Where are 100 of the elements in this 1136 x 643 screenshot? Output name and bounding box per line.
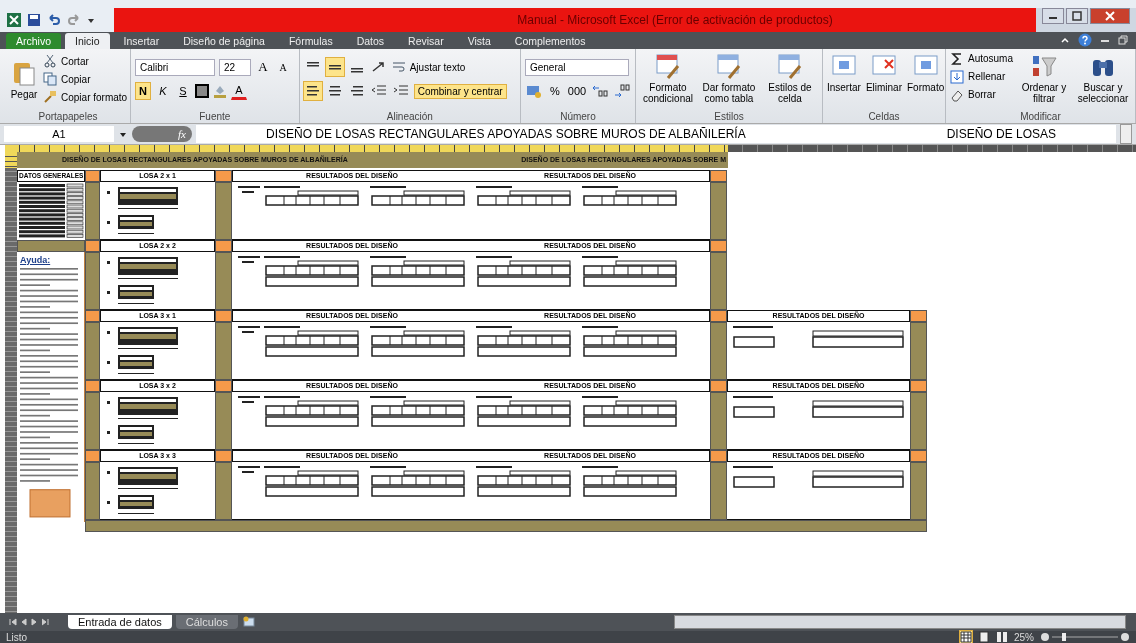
- font-color-button[interactable]: A: [231, 82, 247, 101]
- separator-band: [710, 251, 727, 310]
- separator-band: [215, 251, 232, 310]
- styles-button[interactable]: Formato condicional: [639, 81, 696, 104]
- corner-cell: [215, 169, 232, 182]
- styles-button[interactable]: Dar formato como tabla: [700, 81, 757, 104]
- ribbon-tab[interactable]: Archivo: [6, 32, 61, 49]
- horizontal-scrollbar[interactable]: [674, 615, 1126, 630]
- corner-cell: [85, 169, 100, 182]
- table-style-icon[interactable]: [775, 51, 804, 80]
- data-table-drawing: [17, 181, 85, 240]
- zoom-slider-icon[interactable]: [1040, 632, 1130, 642]
- help-heading: Ayuda:: [20, 254, 52, 265]
- find-select-button[interactable]: Buscar y seleccionar: [1075, 81, 1131, 104]
- underline-button[interactable]: S: [175, 82, 191, 101]
- normal-view-icon[interactable]: [960, 631, 972, 643]
- ribbon-tab[interactable]: Complementos: [504, 32, 596, 49]
- group-label: Fuente: [198, 109, 232, 123]
- clear-button[interactable]: Borrar: [967, 89, 996, 101]
- group-label: Número: [559, 109, 597, 123]
- cells-button[interactable]: Insertar: [826, 81, 861, 93]
- number-format-dropdown[interactable]: General: [524, 58, 629, 76]
- cells-button[interactable]: Formato: [907, 81, 945, 93]
- restore-icon[interactable]: [1066, 8, 1088, 24]
- scrollbar[interactable]: [1120, 123, 1132, 144]
- sort-filter-button[interactable]: Ordenar y filtrar: [1018, 81, 1070, 104]
- merge-center-button[interactable]: Combinar y centrar: [413, 83, 507, 99]
- grow-font-button[interactable]: A: [255, 58, 271, 77]
- wrap-text-icon[interactable]: [391, 60, 406, 75]
- ribbon-tab[interactable]: Insertar: [113, 32, 170, 49]
- fill-button[interactable]: Rellenar: [967, 71, 1006, 83]
- separator-band: [710, 391, 727, 450]
- borders-icon[interactable]: [195, 84, 209, 99]
- group-label: Modificar: [1019, 109, 1062, 123]
- autosum-button[interactable]: Autosuma: [967, 53, 1013, 65]
- copy-button[interactable]: Copiar: [61, 73, 91, 85]
- ribbon-tab[interactable]: Diseño de página: [173, 32, 275, 49]
- close-icon[interactable]: [1090, 8, 1130, 24]
- new-sheet-icon[interactable]: [242, 615, 256, 630]
- font-size-dropdown[interactable]: 22: [219, 58, 251, 76]
- separator-band: [710, 181, 727, 240]
- cells-button[interactable]: Eliminar: [865, 81, 902, 93]
- group-label: Portapapeles: [37, 109, 99, 123]
- minimize-icon[interactable]: [1042, 8, 1064, 24]
- save-icon[interactable]: [26, 11, 42, 28]
- fill-color-icon[interactable]: [213, 84, 227, 99]
- name-box[interactable]: A1: [4, 125, 114, 142]
- scissors-icon[interactable]: [43, 54, 57, 69]
- page-break-icon[interactable]: [996, 631, 1008, 643]
- styles-button[interactable]: Estilos de celda: [761, 81, 818, 104]
- paste-button[interactable]: Pegar: [10, 88, 38, 100]
- table-style-icon[interactable]: [714, 51, 743, 80]
- sheet-tab[interactable]: Cálculos: [175, 615, 238, 630]
- shrink-font-button[interactable]: A: [275, 58, 291, 77]
- help-icon[interactable]: [1078, 33, 1092, 48]
- format-painter-button[interactable]: Copiar formato: [61, 91, 128, 103]
- window-title: Manual - Microsoft Excel (Error de activación de productos): [517, 12, 833, 27]
- group-label: Estilos: [713, 109, 745, 123]
- bold-button[interactable]: N: [135, 82, 151, 101]
- spreadsheet-logo-icon[interactable]: [6, 11, 22, 28]
- vertical-align-icon[interactable]: [325, 58, 344, 77]
- horizontal-align-icon[interactable]: [303, 82, 322, 101]
- percent-button[interactable]: %: [546, 81, 563, 100]
- copy-icon[interactable]: [43, 72, 57, 87]
- font-family-dropdown[interactable]: Calibri: [135, 58, 215, 76]
- restore-workbook-icon[interactable]: [1118, 35, 1128, 46]
- formula-text[interactable]: DISEÑO DE LOSAS RECTANGULARES APOYADAS SOBRE MUROS DE ALBAÑILERÍA: [266, 126, 746, 141]
- corner-cell: [710, 169, 727, 182]
- formula-text[interactable]: DISEÑO DE LOSAS: [946, 126, 1056, 141]
- corner-cell: [910, 309, 927, 322]
- separator-band: [215, 321, 232, 380]
- ribbon-tab[interactable]: Revisar: [398, 32, 454, 49]
- separator-band: [85, 391, 100, 450]
- sheet-tab[interactable]: Entrada de datos: [68, 615, 172, 630]
- ribbon-tab[interactable]: Datos: [346, 32, 395, 49]
- undo-icon[interactable]: [46, 11, 62, 28]
- paintbrush-icon[interactable]: [43, 90, 57, 105]
- separator-band: [85, 321, 100, 380]
- insert-function-button[interactable]: fx: [132, 125, 192, 142]
- group-label: Celdas: [867, 109, 901, 123]
- ribbon-tab[interactable]: Inicio: [65, 32, 110, 49]
- separator-band: [215, 391, 232, 450]
- cut-button[interactable]: Cortar: [61, 55, 89, 67]
- decrease-decimal-icon[interactable]: [612, 81, 631, 100]
- fill-down-icon[interactable]: [949, 69, 964, 84]
- separator-band: [710, 321, 727, 380]
- separator-band: [910, 391, 927, 450]
- ribbon-tab[interactable]: Vista: [457, 32, 501, 49]
- thousands-button[interactable]: 000: [566, 81, 587, 100]
- separator-band: [910, 321, 927, 380]
- wrap-text-button[interactable]: Ajustar texto: [409, 61, 466, 73]
- page-layout-icon[interactable]: [978, 631, 990, 643]
- table-style-icon[interactable]: [653, 51, 682, 80]
- separator-band: [215, 181, 232, 240]
- italic-button[interactable]: K: [155, 82, 171, 101]
- sigma-icon[interactable]: [949, 51, 964, 66]
- ribbon-tab[interactable]: Fórmulas: [278, 32, 343, 49]
- zoom-level[interactable]: 25%: [1014, 631, 1034, 643]
- status-text: Listo: [6, 631, 28, 643]
- group-label: Alineación: [385, 109, 434, 123]
